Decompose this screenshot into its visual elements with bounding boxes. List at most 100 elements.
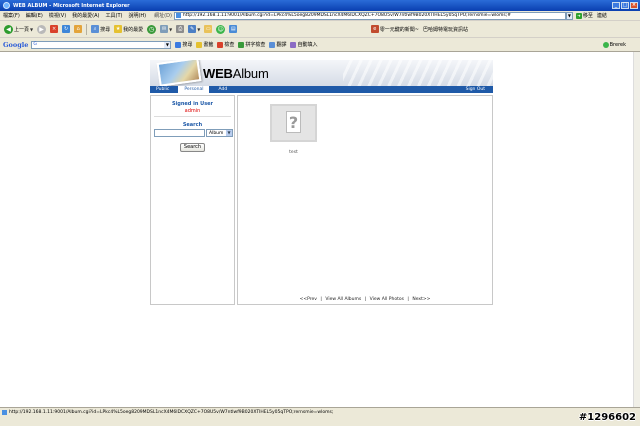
- search-button[interactable]: ⌕ 搜尋: [89, 25, 112, 33]
- star-icon: ★: [114, 25, 123, 33]
- status-bar: http://192.168.1.11:9001/Album.cgi?id=LP…: [0, 407, 640, 426]
- search-button[interactable]: Search: [180, 143, 205, 152]
- back-arrow-icon: ◀: [4, 24, 13, 34]
- search-type-select[interactable]: Album ▼: [206, 129, 233, 137]
- window-title: WEB ALBUM - Microsoft Internet Explorer: [13, 2, 130, 9]
- standard-toolbar: ◀ 上一頁 ▼ ▶ × ↻ ⌂ ⌕ 搜尋 ★ 我的最愛 ◷ ✉ ▼ ⎙ ✎ ▼ …: [0, 21, 640, 38]
- prev-link[interactable]: <<Prev: [299, 297, 318, 302]
- link-item-news-label: 零一元鍵的新聞~: [379, 26, 419, 33]
- translate-icon: [269, 41, 276, 48]
- photo-thumbnail[interactable]: ?: [270, 104, 317, 142]
- google-autofill-button[interactable]: 自動填入: [290, 41, 317, 48]
- album-sidebar: Signed in User admin Search Album ▼ Sear…: [150, 95, 235, 305]
- signed-in-label: Signed in User: [171, 101, 214, 107]
- stop-button[interactable]: ×: [48, 25, 60, 33]
- google-check-label: 檢查: [224, 42, 235, 48]
- home-button[interactable]: ⌂: [72, 25, 84, 33]
- history-button[interactable]: ◷: [145, 24, 158, 34]
- edit-icon: ✎: [188, 25, 197, 33]
- link-page-icon: e: [370, 25, 379, 33]
- next-link[interactable]: Next>>: [411, 297, 431, 302]
- pager-separator: |: [407, 297, 409, 302]
- google-user-label: Brerek: [609, 41, 626, 48]
- close-button[interactable]: ×: [630, 2, 638, 9]
- messenger-icon: ☺: [216, 24, 226, 34]
- banner-stripes: [343, 60, 493, 86]
- google-check-button[interactable]: 檢查: [217, 41, 234, 48]
- folder-button[interactable]: ▭: [202, 25, 214, 33]
- print-icon: ⎙: [176, 25, 185, 33]
- search-type-value: Album: [209, 130, 224, 136]
- search-title: Search: [182, 122, 203, 128]
- link-item-news[interactable]: e 零一元鍵的新聞~: [369, 25, 421, 33]
- back-dropdown-icon[interactable]: ▼: [30, 27, 33, 32]
- tab-personal[interactable]: Personal: [178, 86, 210, 93]
- links-label[interactable]: 連結: [597, 12, 607, 19]
- pager-separator: |: [320, 297, 322, 302]
- search-input[interactable]: [154, 129, 205, 137]
- address-dropdown-icon[interactable]: ▼: [565, 11, 573, 20]
- google-toolbar: Google G ▼ 搜尋 書籤 檢查 拼字檢查 翻譯 自動填入 Brerek: [0, 38, 640, 52]
- mail-icon: ✉: [160, 25, 169, 33]
- banner-photo-icon: [156, 60, 202, 86]
- google-translate-button[interactable]: 翻譯: [269, 41, 286, 48]
- view-all-albums-link[interactable]: View All Albums: [324, 297, 362, 302]
- address-bar[interactable]: http://192.168.1.11:9001/Album.cgi?id=LP…: [173, 11, 566, 20]
- user-icon: [602, 41, 609, 48]
- google-user-button[interactable]: Brerek: [602, 41, 626, 48]
- mail-button[interactable]: ✉ ▼: [158, 25, 174, 33]
- google-search-label: 搜尋: [182, 42, 193, 48]
- maximize-button[interactable]: □: [621, 2, 629, 9]
- menu-edit[interactable]: 編輯(E): [23, 12, 46, 19]
- address-label: 網址(D): [154, 13, 172, 19]
- window-title-bar[interactable]: WEB ALBUM - Microsoft Internet Explorer …: [0, 0, 640, 11]
- view-all-photos-link[interactable]: View All Photos: [369, 297, 405, 302]
- stop-icon: ×: [50, 25, 59, 33]
- tab-add[interactable]: Add: [212, 86, 233, 93]
- sign-out-link[interactable]: Sign Out: [466, 87, 493, 92]
- google-bookmark-label: 書籤: [203, 42, 214, 48]
- google-autofill-label: 自動填入: [297, 42, 318, 48]
- messenger-button[interactable]: ☺: [214, 24, 227, 34]
- mail-dropdown-icon[interactable]: ▼: [169, 27, 172, 32]
- research-button[interactable]: ▤: [227, 25, 239, 33]
- link-item-bahamut[interactable]: 巴哈姆特電玩資訊站: [421, 26, 470, 33]
- vertical-scrollbar[interactable]: [633, 52, 640, 407]
- chevron-down-icon: ▼: [226, 130, 232, 136]
- status-page-icon: [2, 410, 7, 415]
- tab-public[interactable]: Public: [150, 86, 175, 93]
- google-spellcheck-label: 拼字檢查: [245, 42, 266, 48]
- photo-caption[interactable]: test: [270, 150, 317, 155]
- go-button[interactable]: ➜ 移至: [575, 12, 593, 19]
- menu-favorites[interactable]: 我的最愛(A): [69, 12, 102, 19]
- forward-button[interactable]: ▶: [35, 24, 48, 34]
- link-item-bahamut-label: 巴哈姆特電玩資訊站: [422, 26, 468, 33]
- album-logo: WEBAlbum: [203, 66, 269, 81]
- minimize-button[interactable]: _: [612, 2, 620, 9]
- google-search-input[interactable]: G ▼: [31, 40, 172, 49]
- google-search-button[interactable]: 搜尋: [175, 41, 192, 48]
- print-button[interactable]: ⎙: [174, 25, 186, 33]
- album-banner: WEBAlbum: [150, 60, 493, 86]
- refresh-button[interactable]: ↻: [60, 25, 72, 33]
- google-bookmark-button[interactable]: 書籤: [196, 41, 213, 48]
- search-label: 搜尋: [100, 26, 111, 33]
- back-button[interactable]: ◀ 上一頁 ▼: [2, 24, 35, 34]
- history-icon: ◷: [147, 24, 157, 34]
- edit-dropdown-icon[interactable]: ▼: [197, 27, 200, 32]
- google-spellcheck-button[interactable]: 拼字檢查: [238, 41, 265, 48]
- menu-help[interactable]: 說明(H): [125, 12, 149, 19]
- google-logo[interactable]: Google: [3, 41, 28, 49]
- favorites-label: 我的最愛: [123, 26, 144, 33]
- page-icon: [175, 13, 181, 18]
- research-icon: ▤: [229, 25, 238, 33]
- ie-icon: [3, 2, 10, 9]
- google-dropdown-icon[interactable]: ▼: [164, 41, 171, 48]
- web-album: WEBAlbum Public Personal Add Sign Out Si…: [150, 60, 493, 305]
- menu-view[interactable]: 檢視(V): [46, 12, 69, 19]
- edit-button[interactable]: ✎ ▼: [186, 25, 202, 33]
- favorites-button[interactable]: ★ 我的最愛: [112, 25, 145, 33]
- menu-file[interactable]: 檔案(F): [0, 12, 23, 19]
- google-translate-label: 翻譯: [276, 42, 287, 48]
- menu-tools[interactable]: 工具(T): [103, 12, 126, 19]
